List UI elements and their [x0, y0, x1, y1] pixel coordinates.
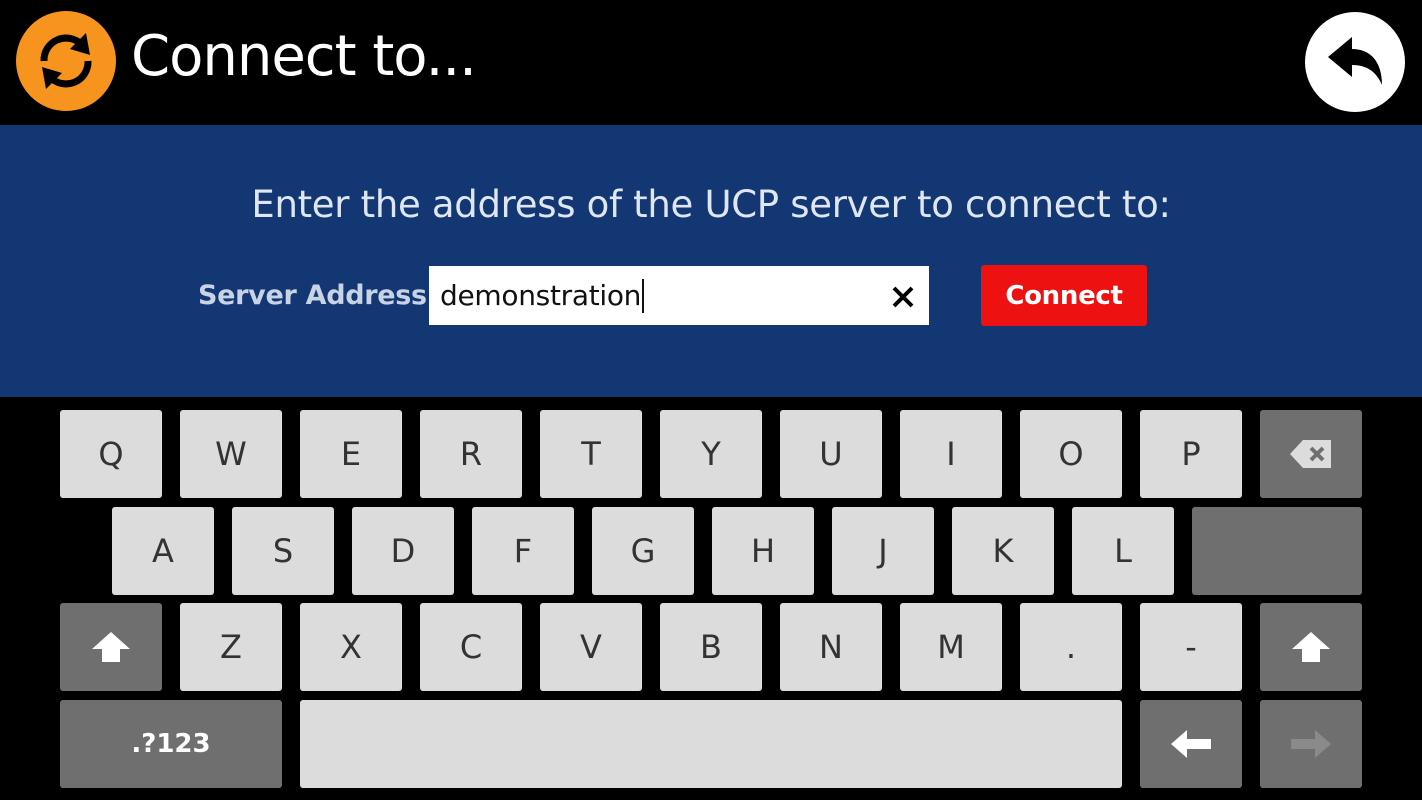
key-q[interactable]: Q [60, 410, 162, 498]
key-symbols[interactable]: .?123 [60, 700, 282, 788]
key-period[interactable]: . [1020, 603, 1122, 691]
right-arrow-icon [1291, 730, 1331, 758]
left-arrow-icon [1171, 730, 1211, 758]
key-g[interactable]: G [592, 507, 694, 595]
close-icon [892, 286, 914, 308]
key-o[interactable]: O [1020, 410, 1122, 498]
key-a[interactable]: A [112, 507, 214, 595]
key-b[interactable]: B [660, 603, 762, 691]
key-z[interactable]: Z [180, 603, 282, 691]
key-enter[interactable] [1192, 507, 1362, 595]
key-e[interactable]: E [300, 410, 402, 498]
key-x[interactable]: X [300, 603, 402, 691]
key-d[interactable]: D [352, 507, 454, 595]
clear-input-button[interactable] [891, 285, 915, 309]
back-arrow-icon [1328, 37, 1382, 85]
back-button[interactable] [1305, 12, 1405, 112]
key-m[interactable]: M [900, 603, 1002, 691]
key-v[interactable]: V [540, 603, 642, 691]
key-w[interactable]: W [180, 410, 282, 498]
shift-icon [92, 632, 130, 662]
server-address-value: demonstration [440, 279, 645, 313]
key-c[interactable]: C [420, 603, 522, 691]
key-shift-left[interactable] [60, 603, 162, 691]
key-hyphen[interactable]: - [1140, 603, 1242, 691]
key-f[interactable]: F [472, 507, 574, 595]
key-h[interactable]: H [712, 507, 814, 595]
key-t[interactable]: T [540, 410, 642, 498]
key-left-arrow[interactable] [1140, 700, 1242, 788]
key-p[interactable]: P [1140, 410, 1242, 498]
key-space[interactable] [300, 700, 1122, 788]
key-k[interactable]: K [952, 507, 1054, 595]
prompt-text: Enter the address of the UCP server to c… [251, 183, 1171, 226]
backspace-icon [1290, 440, 1331, 468]
connect-panel: Enter the address of the UCP server to c… [0, 125, 1422, 397]
key-u[interactable]: U [780, 410, 882, 498]
key-n[interactable]: N [780, 603, 882, 691]
server-address-input[interactable]: demonstration [429, 266, 929, 325]
key-s[interactable]: S [232, 507, 334, 595]
key-j[interactable]: J [832, 507, 934, 595]
key-l[interactable]: L [1072, 507, 1174, 595]
server-address-label: Server Address [198, 280, 427, 311]
key-backspace[interactable] [1260, 410, 1362, 498]
sync-icon [16, 11, 116, 111]
key-y[interactable]: Y [660, 410, 762, 498]
page-title: Connect to... [131, 24, 477, 89]
header-bar: Connect to... [0, 0, 1422, 125]
key-i[interactable]: I [900, 410, 1002, 498]
on-screen-keyboard: Q W E R T Y U I O P A S D F G H J K L Z … [0, 397, 1422, 800]
shift-icon [1292, 632, 1330, 662]
key-r[interactable]: R [420, 410, 522, 498]
key-right-arrow[interactable] [1260, 700, 1362, 788]
connect-button[interactable]: Connect [981, 265, 1147, 326]
key-shift-right[interactable] [1260, 603, 1362, 691]
